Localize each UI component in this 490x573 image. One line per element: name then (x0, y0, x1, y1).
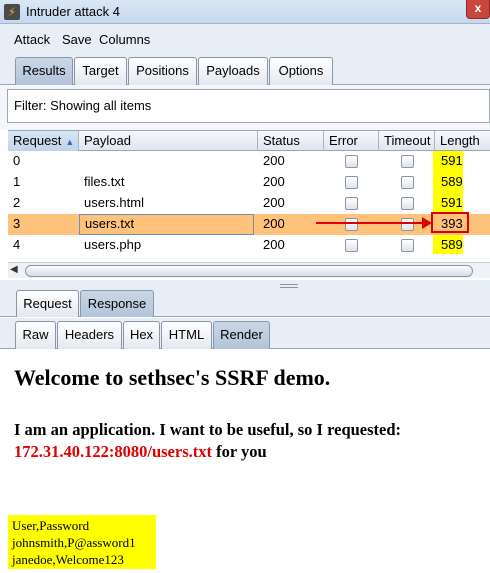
row-request-number: 4 (13, 237, 21, 252)
table-row[interactable]: 1 files.txt 200 (8, 172, 490, 193)
annotation-arrow-head-icon (422, 217, 432, 229)
row-request-number: 1 (13, 174, 21, 189)
tab-results[interactable]: Results (15, 57, 73, 85)
column-header-error[interactable]: Error (324, 131, 379, 151)
file-contents: User,Password johnsmith,P@assword1 janed… (8, 515, 156, 569)
view-tabs: Raw Headers Hex HTML Render (0, 318, 490, 349)
error-checkbox[interactable] (345, 176, 358, 189)
tab-html[interactable]: HTML (161, 321, 212, 349)
render-line-2-suffix: for you (211, 442, 267, 461)
row-payload: files.txt (84, 174, 125, 189)
row-length: 591 (441, 153, 463, 168)
row-length: 591 (441, 195, 463, 210)
file-line: johnsmith,P@assword1 (12, 535, 136, 550)
file-line: janedoe,Welcome123 (12, 552, 124, 567)
row-payload: users.php (84, 237, 142, 252)
column-header-length[interactable]: Length (435, 131, 490, 151)
timeout-checkbox[interactable] (401, 155, 414, 168)
error-checkbox[interactable] (345, 239, 358, 252)
tab-positions[interactable]: Positions (128, 57, 197, 85)
column-header-request-label: Request (13, 133, 62, 148)
render-line-1: I am an application. I want to be useful… (14, 420, 402, 439)
error-checkbox[interactable] (345, 155, 358, 168)
row-status: 200 (263, 216, 285, 231)
length-highlight-box (431, 212, 469, 233)
timeout-checkbox[interactable] (401, 218, 414, 231)
rendered-response: Welcome to sethsec's SSRF demo. I am an … (0, 349, 490, 573)
timeout-checkbox[interactable] (401, 239, 414, 252)
tab-raw[interactable]: Raw (15, 321, 56, 349)
tab-payloads[interactable]: Payloads (198, 57, 268, 85)
row-length: 589 (441, 237, 463, 252)
file-line: User,Password (12, 518, 90, 533)
column-header-status[interactable]: Status (258, 131, 324, 151)
menu-bar: Attack Save Columns (0, 24, 490, 54)
filter-bar[interactable]: Filter: Showing all items (7, 89, 490, 123)
annotation-arrow-line (316, 222, 426, 224)
tab-target[interactable]: Target (74, 57, 127, 85)
row-status: 200 (263, 195, 285, 210)
render-line-2: 172.31.40.122:8080/users.txt for you (14, 441, 401, 463)
menu-save[interactable]: Save (62, 32, 92, 47)
column-header-payload[interactable]: Payload (79, 131, 258, 151)
render-url: 172.31.40.122:8080/users.txt (14, 442, 212, 461)
error-checkbox[interactable] (345, 218, 358, 231)
request-response-tabs: Request Response (0, 288, 490, 317)
burp-app-icon: ⚡ (4, 4, 20, 20)
timeout-checkbox[interactable] (401, 176, 414, 189)
sort-ascending-icon: ▲ (65, 137, 75, 147)
horizontal-scrollbar[interactable]: ◀ (8, 262, 490, 278)
menu-attack[interactable]: Attack (14, 32, 50, 47)
row-status: 200 (263, 237, 285, 252)
close-button[interactable]: x (466, 0, 490, 19)
error-checkbox[interactable] (345, 197, 358, 210)
table-row[interactable]: 4 users.php 200 (8, 235, 490, 256)
window-title-bar: ⚡ Intruder attack 4 x (0, 0, 490, 24)
tab-request[interactable]: Request (16, 290, 79, 317)
filter-area: Filter: Showing all items (0, 85, 490, 130)
table-header: Request ▲ Payload Status Error Timeout Le… (8, 130, 490, 151)
row-payload: users.html (84, 195, 144, 210)
tab-options[interactable]: Options (269, 57, 333, 85)
timeout-checkbox[interactable] (401, 197, 414, 210)
menu-columns[interactable]: Columns (99, 32, 150, 47)
render-heading: Welcome to sethsec's SSRF demo. (14, 365, 331, 390)
scroll-left-icon[interactable]: ◀ (10, 264, 18, 275)
scrollbar-thumb[interactable] (25, 265, 473, 277)
tab-headers[interactable]: Headers (57, 321, 122, 349)
tab-hex[interactable]: Hex (123, 321, 160, 349)
row-status: 200 (263, 153, 285, 168)
results-table: Request ▲ Payload Status Error Timeout Le… (0, 130, 490, 280)
row-status: 200 (263, 174, 285, 189)
row-payload: users.txt (79, 214, 254, 235)
table-row[interactable]: 0 200 (8, 151, 490, 172)
window-title: Intruder attack 4 (26, 4, 120, 19)
row-request-number: 3 (13, 216, 21, 231)
tab-response[interactable]: Response (80, 290, 154, 317)
row-length: 589 (441, 174, 463, 189)
table-row[interactable]: 2 users.html 200 (8, 193, 490, 214)
render-paragraph: I am an application. I want to be useful… (14, 419, 401, 463)
tab-render[interactable]: Render (213, 321, 270, 349)
main-tabs: Results Target Positions Payloads Option… (0, 54, 490, 85)
table-row-selected[interactable]: 3 users.txt 200 (8, 214, 490, 235)
row-request-number: 2 (13, 195, 21, 210)
column-header-timeout[interactable]: Timeout (379, 131, 435, 151)
column-header-request[interactable]: Request ▲ (8, 131, 79, 151)
row-payload (79, 151, 84, 172)
row-request-number: 0 (13, 153, 21, 168)
